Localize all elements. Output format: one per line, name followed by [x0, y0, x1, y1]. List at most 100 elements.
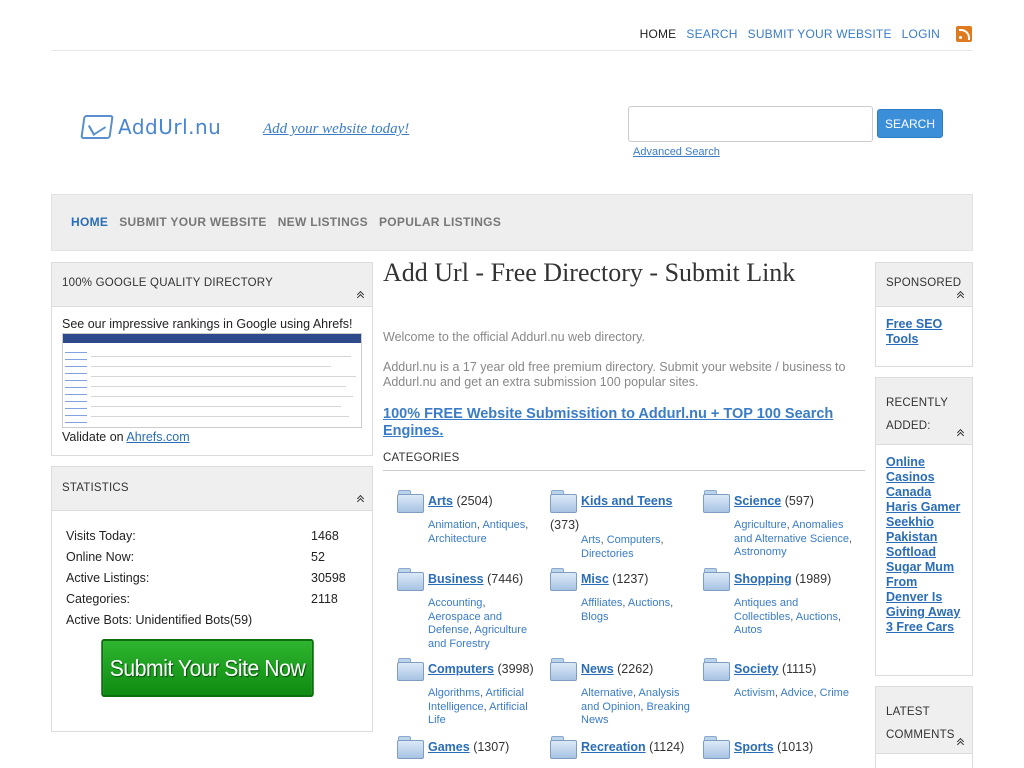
subcategory-link[interactable]: Auctions: [796, 611, 838, 623]
folder-icon: [703, 489, 730, 513]
rankings-text: See our impressive rankings in Google us…: [62, 317, 353, 331]
subcategory-list: Antiques and Collectibles, Auctions, Aut…: [734, 597, 842, 636]
subcategory-list: Animation, Antiques, Architecture: [428, 519, 529, 545]
subcategory-link[interactable]: Alternative: [581, 687, 633, 699]
category-link[interactable]: Science: [734, 494, 781, 508]
main-nav-popular-listings[interactable]: POPULAR LISTINGS: [379, 215, 501, 229]
recent-link[interactable]: Seekhio Pakistan: [886, 515, 962, 545]
validate-prefix: Validate on: [62, 430, 127, 444]
subcategory-link[interactable]: Autos: [734, 624, 762, 636]
category-link[interactable]: Games: [428, 740, 470, 754]
main-nav-home[interactable]: HOME: [71, 215, 108, 229]
ahrefs-link[interactable]: Ahrefs.com: [126, 430, 189, 444]
top-nav-home[interactable]: HOME: [640, 27, 677, 41]
submit-site-banner[interactable]: Submit Your Site Now: [101, 639, 314, 697]
sponsored-box: SPONSORED Free SEO Tools: [875, 262, 973, 367]
free-submission-link[interactable]: 100% FREE Website Submissition to Addurl…: [383, 406, 863, 440]
screenshot-sidebar: [65, 348, 87, 426]
tagline-link[interactable]: Add your website today!: [263, 121, 409, 138]
category-link[interactable]: Kids and Teens: [581, 494, 672, 508]
category-link[interactable]: Society: [734, 662, 778, 676]
category-link[interactable]: Sports: [734, 740, 774, 754]
subcategory-link[interactable]: Directories: [581, 548, 634, 560]
category-link[interactable]: Misc: [581, 572, 609, 586]
subcategory-list: Accounting, Aerospace and Defense, Agric…: [428, 597, 528, 650]
site-logo[interactable]: AddUrl.nu: [80, 115, 222, 139]
google-quality-box: 100% GOOGLE QUALITY DIRECTORY See our im…: [51, 262, 373, 456]
subcategory-list: Agriculture, Anomalies and Alternative S…: [734, 519, 853, 558]
subcategory-link[interactable]: Accounting: [428, 597, 482, 609]
search-input[interactable]: [628, 106, 873, 142]
advanced-search-link[interactable]: Advanced Search: [633, 146, 720, 158]
folder-icon: [397, 657, 424, 681]
rss-icon[interactable]: [956, 26, 972, 42]
subcategory-link[interactable]: Animation: [428, 519, 477, 531]
subcategory-link[interactable]: Activism: [734, 687, 775, 699]
category-link[interactable]: Shopping: [734, 572, 792, 586]
sponsored-link[interactable]: Free SEO Tools: [886, 317, 962, 347]
statistics-table: Visits Today: 1468 Online Now: 52 Active L…: [66, 525, 356, 630]
category-count: (373): [550, 518, 580, 532]
folder-icon: [550, 489, 577, 513]
folder-icon: [397, 567, 424, 591]
screenshot-header-bar: [63, 334, 361, 343]
page-title: Add Url - Free Directory - Submit Link: [383, 258, 796, 287]
logo-text: AddUrl.nu: [118, 115, 222, 139]
subcategory-link[interactable]: Agriculture: [734, 519, 787, 531]
google-box-content: See our impressive rankings in Google us…: [62, 317, 362, 444]
category-count: (1237): [612, 572, 649, 586]
statistics-box: STATISTICS Visits Today: 1468 Online Now:…: [51, 466, 373, 732]
subcategory-link[interactable]: Advice: [780, 687, 813, 699]
sponsored-header: SPONSORED: [876, 263, 972, 307]
category-count: (2504): [456, 494, 493, 508]
recent-link[interactable]: Sugar Mum From Denver Is Giving Away 3 F…: [886, 560, 962, 635]
search-button[interactable]: SEARCH: [877, 109, 943, 138]
folder-icon: [703, 735, 730, 759]
intro-text: Addurl.nu is a 17 year old free premium …: [383, 360, 846, 389]
category-link[interactable]: Arts: [428, 494, 453, 508]
collapse-icon[interactable]: [357, 291, 365, 299]
latest-comments-header: LATEST COMMENTS: [876, 687, 972, 754]
stats-row: Visits Today: 1468: [66, 528, 339, 543]
category-count: (1013): [777, 740, 814, 754]
recently-added-header: RECENTLY ADDED:: [876, 378, 972, 445]
main-nav-new-listings[interactable]: NEW LISTINGS: [278, 215, 368, 229]
category-link[interactable]: Computers: [428, 662, 494, 676]
statistics-title: STATISTICS: [62, 482, 129, 494]
subcategory-link[interactable]: Antiques and Collectibles: [734, 597, 798, 623]
collapse-icon[interactable]: [357, 495, 365, 503]
ahrefs-screenshot-image[interactable]: [62, 333, 362, 428]
validate-line: Validate on Ahrefs.com: [62, 430, 362, 444]
subcategory-link[interactable]: Astronomy: [734, 546, 787, 558]
category-count: (597): [784, 494, 814, 508]
sponsored-title: SPONSORED: [886, 277, 962, 289]
category-link[interactable]: News: [581, 662, 614, 676]
subcategory-list: Affiliates, Auctions, Blogs: [581, 597, 674, 623]
top-nav-login[interactable]: LOGIN: [902, 27, 940, 41]
subcategory-link[interactable]: Blogs: [581, 611, 609, 623]
stats-row: Online Now: 52: [66, 549, 325, 564]
subcategory-link[interactable]: Antiques: [482, 519, 525, 531]
category-link[interactable]: Business: [428, 572, 484, 586]
top-nav-search[interactable]: SEARCH: [686, 27, 737, 41]
subcategory-link[interactable]: Affiliates: [581, 597, 622, 609]
subcategory-link[interactable]: Arts: [581, 534, 601, 546]
category-count: (1115): [781, 662, 817, 676]
subcategory-link[interactable]: Architecture: [428, 533, 487, 545]
recent-link[interactable]: Online Casinos Canada: [886, 455, 962, 500]
collapse-icon[interactable]: [957, 738, 965, 746]
subcategory-link[interactable]: Algorithms: [428, 687, 480, 699]
recent-link[interactable]: Haris Gamer: [886, 500, 962, 515]
subcategory-link[interactable]: Auctions: [628, 597, 670, 609]
category-link[interactable]: Recreation: [581, 740, 646, 754]
subcategory-link[interactable]: Crime: [820, 687, 849, 699]
recent-link[interactable]: Softload: [886, 545, 962, 560]
category-count: (3998): [497, 662, 534, 676]
welcome-text: Welcome to the official Addurl.nu web di…: [383, 330, 645, 344]
collapse-icon[interactable]: [957, 429, 965, 437]
subcategory-link[interactable]: Computers: [607, 534, 661, 546]
statistics-body: Visits Today: 1468 Online Now: 52 Active L…: [52, 511, 372, 731]
collapse-icon[interactable]: [957, 291, 965, 299]
top-nav-submit[interactable]: SUBMIT YOUR WEBSITE: [748, 27, 892, 41]
main-nav-submit[interactable]: SUBMIT YOUR WEBSITE: [119, 215, 267, 229]
